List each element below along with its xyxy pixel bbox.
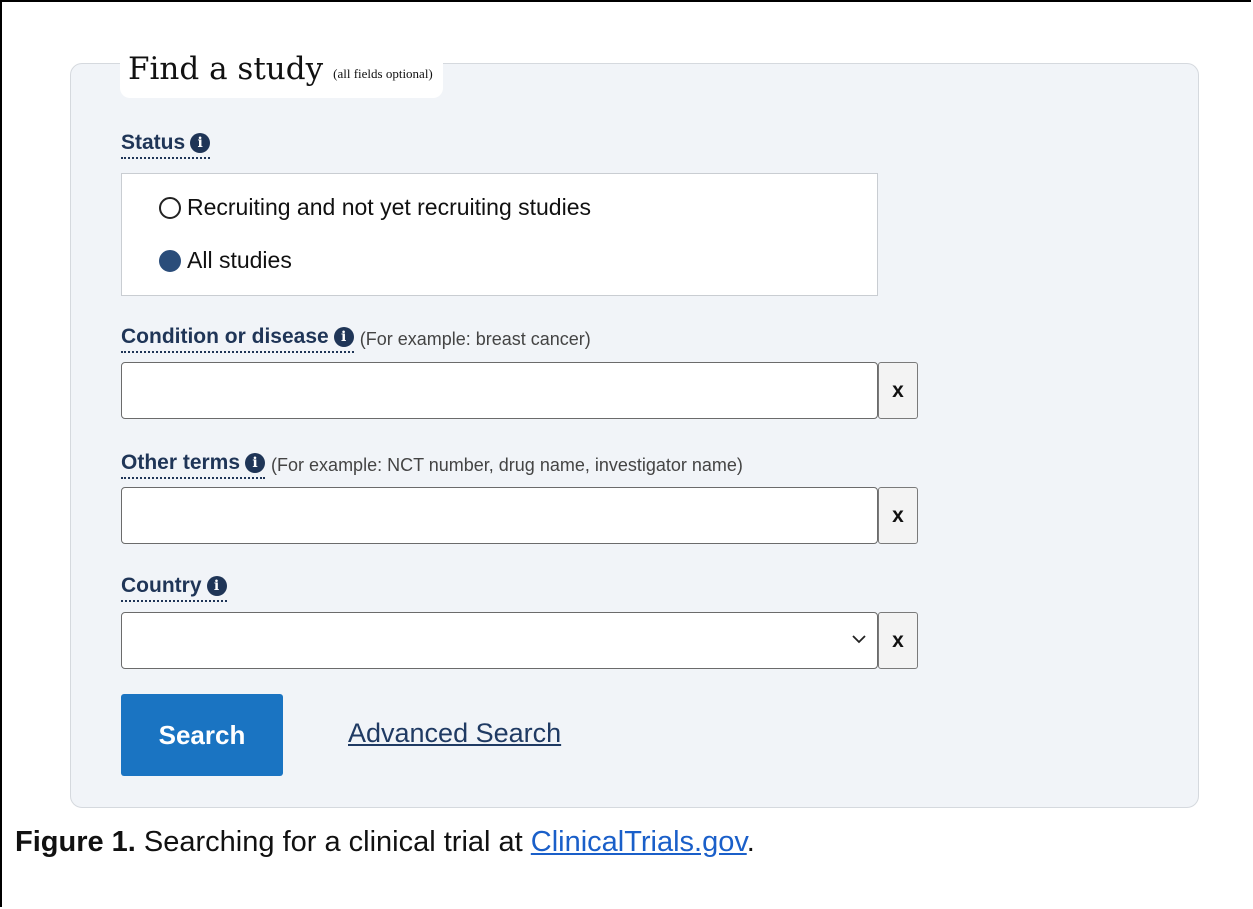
form-title: Find a study — [128, 51, 324, 87]
clinicaltrials-link[interactable]: ClinicalTrials.gov — [531, 826, 747, 858]
other-terms-hint: (For example: NCT number, drug name, inv… — [271, 454, 743, 475]
status-label[interactable]: Status i — [121, 131, 211, 159]
caption-text: Searching for a clinical trial at — [143, 826, 523, 858]
radio-button-all-studies[interactable] — [159, 249, 181, 272]
condition-hint: (For example: breast cancer) — [359, 328, 591, 349]
other-terms-clear-button[interactable]: x — [878, 487, 918, 544]
condition-input[interactable] — [121, 362, 878, 419]
radio-label-recruiting: Recruiting and not yet recruiting studie… — [187, 194, 591, 220]
country-label-text: Country — [121, 574, 202, 597]
condition-clear-button[interactable]: x — [878, 362, 918, 419]
info-icon[interactable]: i — [206, 576, 227, 596]
info-icon[interactable]: i — [245, 453, 266, 473]
form-legend: Find a study (all fields optional) — [120, 40, 443, 98]
status-radio-group: Recruiting and not yet recruiting studie… — [121, 173, 878, 296]
advanced-search-link[interactable]: Advanced Search — [348, 718, 561, 749]
radio-button-recruiting[interactable] — [159, 196, 181, 219]
other-terms-label-text: Other terms — [121, 451, 241, 474]
country-label-row: Country i — [121, 574, 227, 602]
condition-label-row: Condition or disease i (For example: bre… — [121, 325, 591, 353]
status-label-row: Status i — [121, 131, 211, 159]
status-label-text: Status — [121, 131, 186, 154]
caption-prefix: Figure 1. — [15, 826, 136, 858]
other-terms-label-row: Other terms i (For example: NCT number, … — [121, 451, 743, 479]
other-terms-label[interactable]: Other terms i — [121, 451, 266, 479]
country-select[interactable] — [121, 612, 878, 669]
info-icon[interactable]: i — [190, 133, 211, 153]
info-icon[interactable]: i — [333, 327, 354, 347]
form-optional-note: (all fields optional) — [333, 66, 433, 81]
radio-label-all-studies: All studies — [187, 247, 292, 273]
figure-caption: Figure 1. Searching for a clinical trial… — [15, 826, 755, 859]
search-button[interactable]: Search — [121, 694, 283, 776]
caption-suffix: . — [746, 826, 755, 858]
chevron-down-icon — [852, 635, 866, 644]
radio-option-all-studies[interactable]: All studies — [159, 247, 292, 274]
country-label[interactable]: Country i — [121, 574, 227, 602]
condition-label[interactable]: Condition or disease i — [121, 325, 354, 353]
country-clear-button[interactable]: x — [878, 612, 918, 669]
other-terms-input[interactable] — [121, 487, 878, 544]
condition-label-text: Condition or disease — [121, 325, 329, 348]
radio-option-recruiting[interactable]: Recruiting and not yet recruiting studie… — [159, 194, 591, 221]
